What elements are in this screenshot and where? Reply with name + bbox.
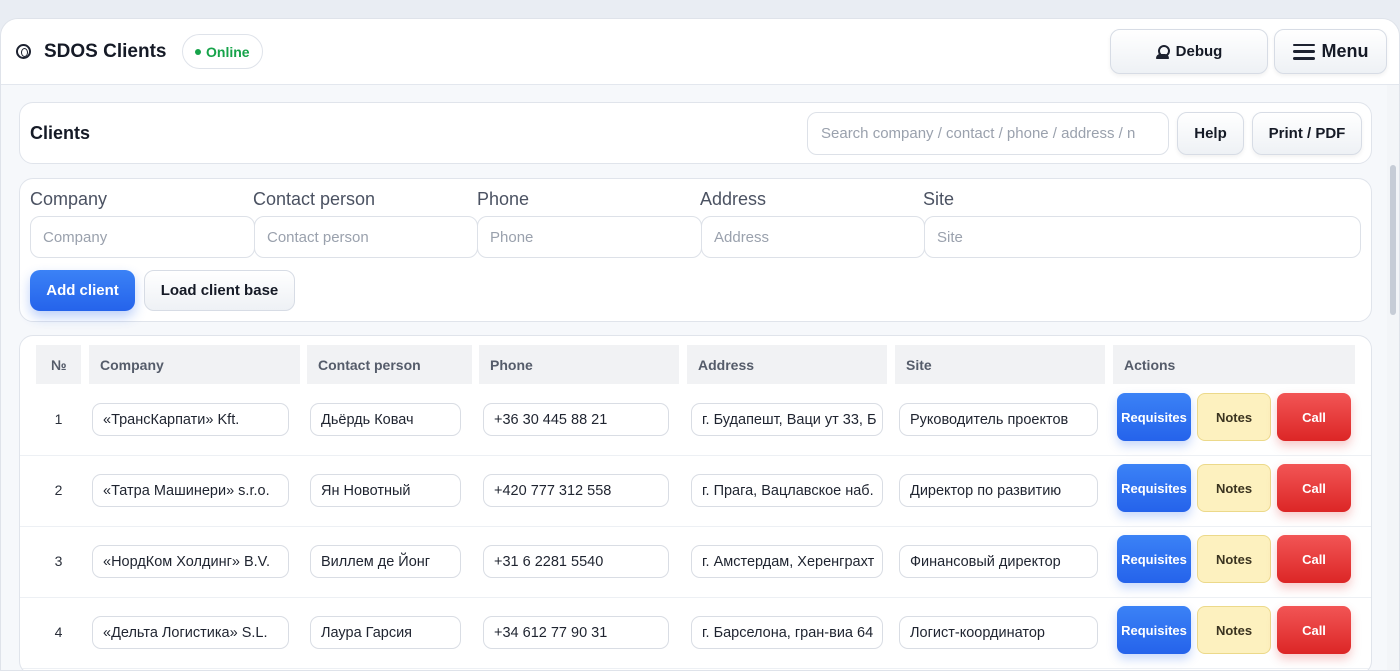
notes-button[interactable]: Notes: [1197, 606, 1271, 654]
phone-cell[interactable]: +36 30 445 88 21: [483, 403, 669, 436]
row-number: 1: [54, 411, 63, 427]
contact-label: Contact person: [253, 189, 376, 209]
company-cell[interactable]: «Дельта Логистика» S.L.: [92, 616, 289, 649]
add-client-form: Company Contact person Phone Address Sit…: [19, 178, 1372, 322]
load-client-base-button[interactable]: Load client base: [144, 270, 295, 311]
company-cell[interactable]: «ТрансКарпати» Kft.: [92, 403, 289, 436]
requisites-button[interactable]: Requisites: [1117, 606, 1191, 654]
debug-button[interactable]: Debug: [1110, 29, 1268, 74]
debug-label: Debug: [1175, 43, 1223, 60]
contact-field[interactable]: [254, 216, 478, 258]
site-field[interactable]: [924, 216, 1361, 258]
address-cell[interactable]: г. Прага, Вацлавское наб.: [691, 474, 883, 507]
column-header-address: Address: [687, 345, 887, 384]
status-dot-icon: [195, 48, 201, 55]
contact-cell[interactable]: Дьёрдь Ковач: [310, 403, 461, 436]
company-cell[interactable]: «НордКом Холдинг» B.V.: [92, 545, 289, 578]
print-pdf-button[interactable]: Print / PDF: [1252, 112, 1362, 155]
column-header-contact: Contact person: [307, 345, 472, 384]
site-cell[interactable]: Руководитель проектов: [899, 403, 1098, 436]
company-field[interactable]: [30, 216, 255, 258]
phone-field[interactable]: [477, 216, 702, 258]
address-cell[interactable]: г. Амстердам, Херенграхт: [691, 545, 883, 578]
user-icon: [1155, 44, 1170, 59]
row-number: 4: [54, 624, 63, 640]
menu-button[interactable]: Menu: [1274, 29, 1387, 74]
address-label: Address: [700, 189, 767, 209]
add-client-button[interactable]: Add client: [30, 270, 135, 311]
requisites-button[interactable]: Requisites: [1117, 535, 1191, 583]
table-row: 2 «Татра Машинери» s.r.o. Ян Новотный +4…: [20, 456, 1371, 527]
notes-button[interactable]: Notes: [1197, 535, 1271, 583]
phone-cell[interactable]: +420 777 312 558: [483, 474, 669, 507]
site-label: Site: [923, 189, 955, 209]
row-number: 2: [54, 482, 63, 498]
address-cell[interactable]: г. Будапешт, Ваци ут 33, Б: [691, 403, 883, 436]
company-label: Company: [30, 189, 108, 209]
menu-label: Menu: [1321, 41, 1369, 61]
contact-cell[interactable]: Виллем де Йонг: [310, 545, 461, 578]
call-button[interactable]: Call: [1277, 393, 1351, 441]
help-button[interactable]: Help: [1177, 112, 1244, 155]
contact-cell[interactable]: Лаура Гарсия: [310, 616, 461, 649]
requisites-button[interactable]: Requisites: [1117, 464, 1191, 512]
hamburger-icon: [1292, 43, 1315, 60]
scrollbar[interactable]: [1387, 85, 1399, 670]
phone-cell[interactable]: +34 612 77 90 31: [483, 616, 669, 649]
clients-table: № Company Contact person Phone Address S…: [19, 335, 1372, 670]
notes-button[interactable]: Notes: [1197, 464, 1271, 512]
column-header-phone: Phone: [479, 345, 679, 384]
notes-button[interactable]: Notes: [1197, 393, 1271, 441]
app-logo-icon: [16, 44, 31, 59]
requisites-button[interactable]: Requisites: [1117, 393, 1191, 441]
call-button[interactable]: Call: [1277, 535, 1351, 583]
phone-label: Phone: [477, 189, 530, 209]
column-header-num: №: [36, 345, 81, 384]
call-button[interactable]: Call: [1277, 606, 1351, 654]
table-row: 1 «ТрансКарпати» Kft. Дьёрдь Ковач +36 3…: [20, 385, 1371, 456]
clients-header-panel: Clients Help Print / PDF: [19, 102, 1372, 164]
page-title: Clients: [30, 123, 91, 143]
site-cell[interactable]: Директор по развитию: [899, 474, 1098, 507]
column-header-company: Company: [89, 345, 300, 384]
call-button[interactable]: Call: [1277, 464, 1351, 512]
column-header-actions: Actions: [1113, 345, 1355, 384]
phone-cell[interactable]: +31 6 2281 5540: [483, 545, 669, 578]
scrollbar-thumb[interactable]: [1390, 165, 1396, 315]
company-cell[interactable]: «Татра Машинери» s.r.o.: [92, 474, 289, 507]
status-text: Online: [206, 43, 250, 60]
table-row: 3 «НордКом Холдинг» B.V. Виллем де Йонг …: [20, 527, 1371, 598]
app-window: SDOS Clients Online Debug Menu Clients H…: [0, 18, 1400, 671]
site-cell[interactable]: Финансовый директор: [899, 545, 1098, 578]
table-row: 4 «Дельта Логистика» S.L. Лаура Гарсия +…: [20, 598, 1371, 669]
address-field[interactable]: [701, 216, 925, 258]
top-bar: SDOS Clients Online Debug Menu: [1, 19, 1399, 85]
address-cell[interactable]: г. Барселона, гран-виа 64: [691, 616, 883, 649]
search-input[interactable]: [807, 112, 1169, 155]
row-number: 3: [54, 553, 63, 569]
contact-cell[interactable]: Ян Новотный: [310, 474, 461, 507]
column-header-site: Site: [895, 345, 1105, 384]
status-badge: Online: [182, 34, 263, 69]
app-title: SDOS Clients: [44, 41, 167, 62]
site-cell[interactable]: Логист-координатор: [899, 616, 1098, 649]
